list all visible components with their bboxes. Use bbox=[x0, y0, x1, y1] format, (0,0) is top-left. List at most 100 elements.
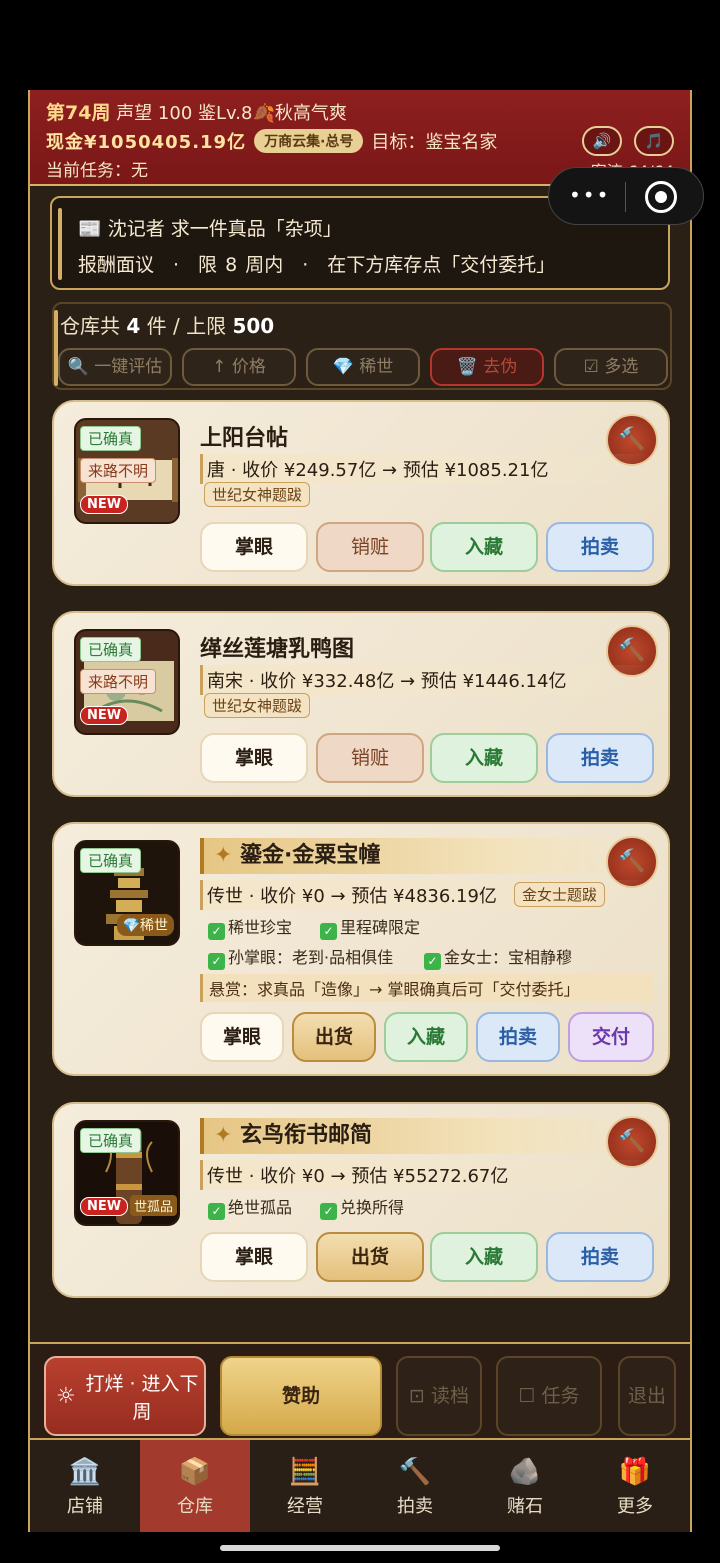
inspect-button[interactable]: 掌眼 bbox=[200, 733, 308, 783]
tab-label: 经营 bbox=[287, 1496, 323, 1517]
feature-text: 绝世孤品 bbox=[228, 1198, 293, 1217]
hammer-glyph: 🔨 bbox=[618, 638, 646, 663]
item-name-text: 玄鸟衔书邮简 bbox=[240, 1123, 373, 1148]
item-name: 缂丝莲塘乳鸭图 bbox=[200, 637, 355, 662]
collect-button[interactable]: 入藏 bbox=[384, 1012, 468, 1062]
fence-button[interactable]: 销赃 bbox=[316, 733, 424, 783]
feature-text: 里程碑限定 bbox=[340, 918, 421, 937]
verified-badge: 已确真 bbox=[80, 1128, 142, 1153]
origin-badge: 来路不明 bbox=[80, 458, 157, 483]
speaker-icon: 🔊 bbox=[592, 132, 612, 150]
tab-business[interactable]: 🧮 经营 bbox=[250, 1440, 360, 1532]
auction-button[interactable]: 拍卖 bbox=[546, 733, 654, 783]
fence-button[interactable]: 销赃 bbox=[316, 522, 424, 572]
feature-text: 稀世珍宝 bbox=[228, 918, 293, 937]
week-label: 第74周 bbox=[46, 102, 111, 124]
tab-warehouse[interactable]: 📦 仓库 bbox=[140, 1440, 250, 1532]
verified-badge: 已确真 bbox=[80, 637, 142, 662]
home-indicator[interactable] bbox=[220, 1545, 500, 1551]
tab-shop[interactable]: 🏛️ 店铺 bbox=[30, 1440, 140, 1532]
collect-button[interactable]: 入藏 bbox=[430, 1232, 538, 1282]
filter-rare-button[interactable]: 💎 稀世 bbox=[306, 348, 420, 386]
next-week-label: 打烊 · 进入下周 bbox=[85, 1373, 199, 1423]
check-icon: ✓ bbox=[208, 953, 225, 970]
warehouse-count: 仓库共 4 件 / 上限 500 bbox=[60, 310, 274, 339]
warehouse-limit: 500 bbox=[232, 314, 275, 338]
feature-check: ✓ 稀世珍宝 bbox=[208, 914, 292, 940]
game-frame: 第74周 声望 100 鉴Lv.8🍂秋高气爽 现金¥1050405.19亿 万商… bbox=[28, 90, 692, 1532]
warehouse-icon: 📦 bbox=[178, 1457, 212, 1487]
tasks-button[interactable]: ☐ 任务 bbox=[496, 1356, 602, 1436]
collect-button[interactable]: 入藏 bbox=[430, 522, 538, 572]
tab-label: 店铺 bbox=[67, 1496, 103, 1517]
item-price: 南宋 · 收价 ¥332.48亿 → 预估 ¥1446.14亿 bbox=[200, 665, 654, 695]
multi-select-button[interactable]: ☑ 多选 bbox=[554, 348, 668, 386]
feature-check: ✓ 里程碑限定 bbox=[320, 914, 420, 940]
appraise-all-button[interactable]: 🔍 一键评估 bbox=[58, 348, 172, 386]
item-name-text: 鎏金·金粟宝幢 bbox=[240, 843, 381, 868]
remove-fakes-button[interactable]: 🗑️ 去伪 bbox=[430, 348, 544, 386]
check-icon: ✓ bbox=[208, 923, 225, 940]
item-thumbnail: 已确真 来路不明 NEW bbox=[74, 629, 180, 735]
check-icon: ✓ bbox=[424, 953, 441, 970]
inscription-tag: 金女士题跋 bbox=[514, 882, 606, 907]
auction-button[interactable]: 拍卖 bbox=[476, 1012, 560, 1062]
item-thumbnail: 已确真 NEW 世孤品 bbox=[74, 1120, 180, 1226]
sparkle-icon: ✦ bbox=[214, 1123, 233, 1148]
hammer-glyph: 🔨 bbox=[618, 427, 646, 452]
music-toggle-button[interactable]: 🎵 bbox=[634, 126, 674, 156]
commission-request: 📰 沈记者 求一件真品「杂项」 bbox=[78, 218, 342, 240]
inscription-tag: 世纪女神题跋 bbox=[204, 693, 311, 718]
bottom-nav: 🏛️ 店铺 📦 仓库 🧮 经营 🔨 拍卖 🪨 赌石 🎁 更多 bbox=[30, 1440, 690, 1532]
shop-icon: 🏛️ bbox=[68, 1457, 102, 1487]
item-card: 已确真 💎稀世 ✦ 鎏金·金粟宝幢 🔨 传世 · 收价 ¥0 → 预估 ¥4836… bbox=[52, 822, 670, 1076]
tab-label: 仓库 bbox=[177, 1496, 213, 1517]
sponsor-button[interactable]: 赞助 bbox=[220, 1356, 382, 1436]
sell-button[interactable]: 出货 bbox=[316, 1232, 424, 1282]
exit-button[interactable]: 退出 bbox=[618, 1356, 676, 1436]
collect-button[interactable]: 入藏 bbox=[430, 733, 538, 783]
deliver-button[interactable]: 交付 bbox=[568, 1012, 654, 1062]
sort-price-button[interactable]: ↑ 价格 bbox=[182, 348, 296, 386]
check-icon: ✓ bbox=[320, 1203, 337, 1220]
more-options-icon[interactable]: ••• bbox=[569, 185, 610, 205]
capsule-divider bbox=[625, 182, 626, 212]
unique-badge: 世孤品 bbox=[130, 1195, 178, 1216]
feature-check: ✓ 绝世孤品 bbox=[208, 1194, 292, 1220]
item-name: ✦ 玄鸟衔书邮简 bbox=[200, 1118, 640, 1154]
auction-button[interactable]: 拍卖 bbox=[546, 1232, 654, 1282]
next-week-button[interactable]: ☼ 打烊 · 进入下周 bbox=[44, 1356, 206, 1436]
status-line-2: 现金¥1050405.19亿 万商云集·总号 目标：鉴宝名家 bbox=[46, 128, 497, 154]
inspect-button[interactable]: 掌眼 bbox=[200, 1012, 284, 1062]
inspect-button[interactable]: 掌眼 bbox=[200, 522, 308, 572]
rare-badge: 💎稀世 bbox=[116, 914, 174, 936]
goal-label: 目标：鉴宝名家 bbox=[371, 132, 498, 153]
close-miniprogram-icon[interactable] bbox=[645, 181, 677, 213]
cash-amount: 现金¥1050405.19亿 bbox=[46, 132, 247, 153]
tab-gamble-stone[interactable]: 🪨 赌石 bbox=[470, 1440, 580, 1532]
item-card: 已确真 NEW 世孤品 ✦ 玄鸟衔书邮简 🔨 传世 · 收价 ¥0 → 预估 ¥5… bbox=[52, 1102, 670, 1298]
load-save-button[interactable]: ⊡ 读档 bbox=[396, 1356, 482, 1436]
inscription-tag: 世纪女神题跋 bbox=[204, 482, 311, 507]
item-name: ✦ 鎏金·金粟宝幢 bbox=[200, 838, 640, 874]
sparkle-icon: ✦ bbox=[214, 843, 233, 868]
item-thumbnail: 已确真 来路不明 NEW bbox=[74, 418, 180, 524]
sell-button[interactable]: 出货 bbox=[292, 1012, 376, 1062]
item-card: 已确真 来路不明 NEW 上阳台帖 🔨 唐 · 收价 ¥249.57亿 → 预估… bbox=[52, 400, 670, 586]
check-icon: ✓ bbox=[208, 1203, 225, 1220]
status-line-1: 第74周 声望 100 鉴Lv.8🍂秋高气爽 bbox=[46, 98, 347, 125]
current-task-label: 当前任务：无 bbox=[46, 161, 148, 181]
inspect-button[interactable]: 掌眼 bbox=[200, 1232, 308, 1282]
check-icon: ✓ bbox=[320, 923, 337, 940]
bounty-note: 悬赏：求真品「造像」→ 掌眼确真后可「交付委托」 bbox=[200, 974, 654, 1002]
auction-button[interactable]: 拍卖 bbox=[546, 522, 654, 572]
music-note-icon: 🎵 bbox=[644, 132, 664, 150]
tab-auction[interactable]: 🔨 拍卖 bbox=[360, 1440, 470, 1532]
item-name: 上阳台帖 bbox=[200, 426, 289, 451]
verified-badge: 已确真 bbox=[80, 848, 142, 873]
origin-badge: 来路不明 bbox=[80, 669, 157, 694]
sound-toggle-button[interactable]: 🔊 bbox=[582, 126, 622, 156]
feature-text: 孙掌眼：老到·品相俱佳 bbox=[228, 948, 394, 967]
appraiser-level: 鉴Lv.8 bbox=[198, 103, 253, 124]
tab-more[interactable]: 🎁 更多 bbox=[580, 1440, 690, 1532]
